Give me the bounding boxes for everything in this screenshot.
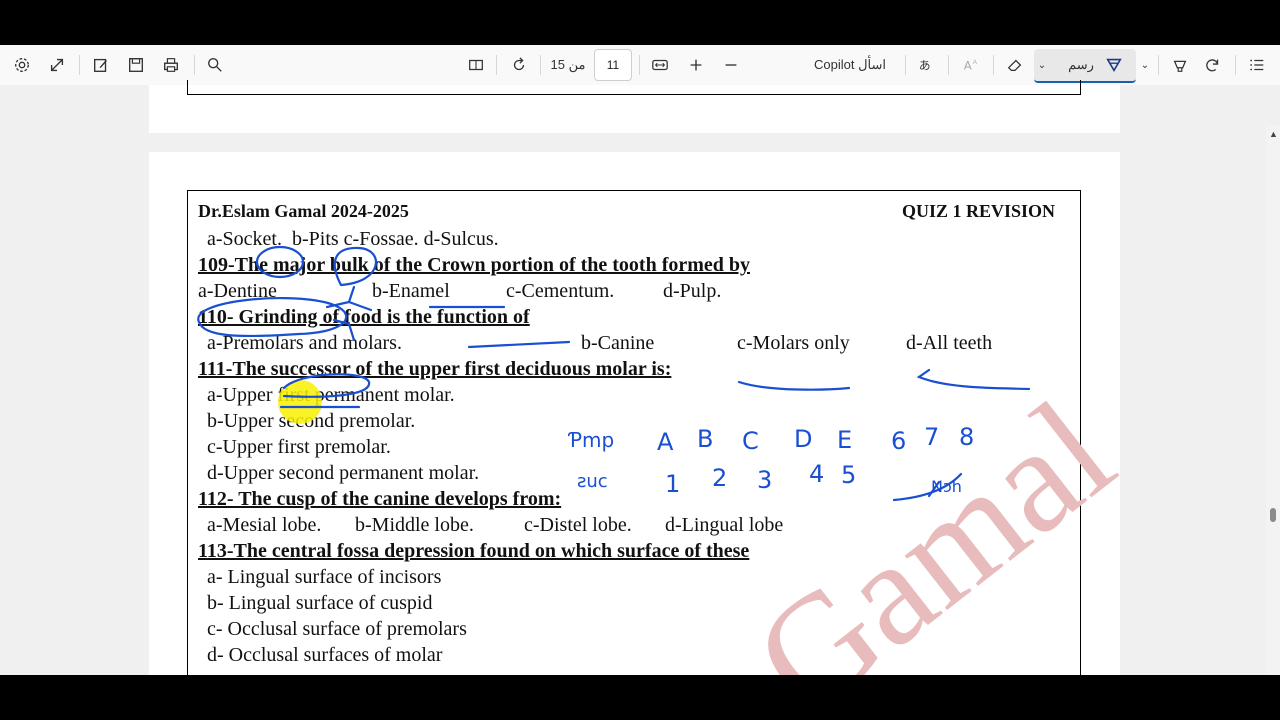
eraser-icon[interactable]: [1005, 53, 1025, 77]
text-size-icon[interactable]: AA: [961, 53, 981, 77]
rotate-icon[interactable]: [509, 53, 529, 77]
ink-annotations: Ƥmp ƨuc A B C D E 6 7 8 1 2 3 4 5 Nɔh: [197, 245, 1031, 502]
contents-icon[interactable]: [1247, 53, 1267, 77]
svg-text:1: 1: [665, 470, 680, 498]
chevron-down-icon[interactable]: ⌄: [1138, 53, 1152, 77]
svg-text:A: A: [973, 59, 978, 66]
redo-icon[interactable]: [1203, 53, 1223, 77]
svg-text:B: B: [697, 425, 713, 453]
scroll-thumb[interactable]: [1270, 508, 1276, 522]
vertical-scrollbar[interactable]: ▲ ▼: [1266, 125, 1280, 675]
svg-text:5: 5: [841, 461, 856, 489]
svg-text:2: 2: [712, 464, 727, 492]
svg-text:3: 3: [757, 466, 772, 494]
pdf-page-previous: [149, 80, 1120, 133]
svg-text:7: 7: [924, 423, 939, 451]
document-viewer[interactable]: Gamal Dr.Eslam Gamal 2024-2025 QUIZ 1 RE…: [0, 80, 1280, 675]
highlighter-icon[interactable]: [1170, 53, 1190, 77]
save-icon[interactable]: [126, 53, 146, 77]
svg-text:ƨuc: ƨuc: [577, 471, 608, 492]
pdf-page-current: Gamal Dr.Eslam Gamal 2024-2025 QUIZ 1 RE…: [149, 152, 1120, 675]
svg-text:あ: あ: [919, 59, 931, 73]
print-icon[interactable]: [161, 53, 181, 77]
pen-icon[interactable]: [1103, 53, 1125, 77]
draw-label: رسم: [1068, 57, 1094, 72]
svg-text:Ƥmp: Ƥmp: [567, 428, 614, 452]
handwriting-text: Ƥmp ƨuc A B C D E 6 7 8 1 2 3 4 5 Nɔh: [567, 423, 974, 498]
search-icon[interactable]: [205, 53, 225, 77]
zoom-in-icon[interactable]: [686, 53, 706, 77]
svg-text:8: 8: [959, 423, 974, 451]
svg-text:4: 4: [809, 460, 824, 488]
page-view-icon[interactable]: [466, 53, 486, 77]
translate-icon[interactable]: あ: [916, 53, 938, 77]
pdf-viewer-window: 15 من 11 Copilot اسأل あ AA ⌄ رسم ⌄ Gamal…: [0, 45, 1280, 675]
svg-text:A: A: [657, 428, 674, 456]
svg-text:6: 6: [891, 427, 906, 455]
svg-text:Nɔh: Nɔh: [931, 477, 962, 496]
page-number-input[interactable]: 11: [594, 49, 632, 81]
ask-copilot-button[interactable]: Copilot اسأل: [806, 53, 894, 77]
svg-text:E: E: [837, 426, 852, 454]
svg-text:C: C: [742, 427, 759, 455]
fit-width-icon[interactable]: [650, 53, 670, 77]
page-total: 15 من: [550, 57, 586, 72]
svg-text:D: D: [794, 425, 812, 453]
svg-text:A: A: [964, 59, 972, 73]
chevron-down-icon[interactable]: ⌄: [1035, 53, 1049, 77]
zoom-out-icon[interactable]: [721, 53, 741, 77]
edit-file-icon[interactable]: [91, 53, 111, 77]
settings-icon[interactable]: [12, 53, 32, 77]
expand-icon[interactable]: [47, 53, 67, 77]
handwriting-strokes: [197, 245, 1031, 502]
